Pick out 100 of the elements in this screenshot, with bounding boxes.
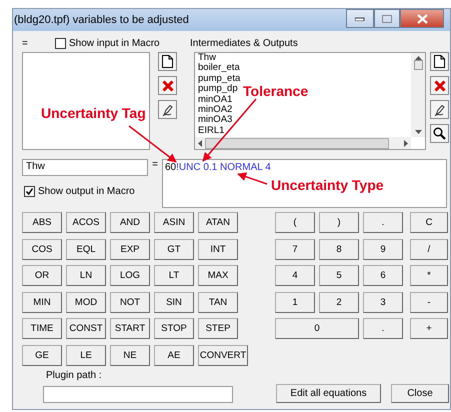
function-key[interactable]: LOG: [110, 265, 150, 286]
function-key[interactable]: COS: [22, 238, 62, 260]
delete-button[interactable]: [430, 76, 449, 95]
function-key[interactable]: STEP: [198, 318, 238, 339]
number-key[interactable]: -: [410, 292, 448, 312]
number-key[interactable]: .: [363, 318, 403, 339]
function-key[interactable]: MIN: [22, 292, 62, 312]
annotation-arrow: [128, 125, 177, 163]
number-key[interactable]: (: [275, 212, 315, 233]
checkbox[interactable]: [55, 38, 66, 49]
function-key[interactable]: CONVERT: [198, 344, 248, 366]
annotation-label: Uncertainty Tag: [41, 105, 146, 121]
scroll-thumb[interactable]: [205, 138, 389, 148]
annotation-label: Uncertainty Type: [271, 177, 384, 193]
edit-button[interactable]: [158, 100, 177, 119]
list-item[interactable]: pump_dp: [198, 84, 238, 95]
equals-sign: =: [151, 159, 159, 172]
number-key[interactable]: .: [363, 212, 403, 233]
edit-all-equations-button[interactable]: Edit all equations: [276, 384, 381, 402]
function-key[interactable]: STOP: [154, 318, 194, 339]
edit-button[interactable]: [430, 100, 449, 119]
function-key[interactable]: ABS: [22, 212, 62, 233]
checkbox[interactable]: [24, 186, 35, 197]
new-document-icon: [434, 55, 445, 68]
scroll-thumb[interactable]: [414, 60, 422, 70]
function-key[interactable]: GE: [22, 344, 62, 366]
variable-name-field[interactable]: Thw: [22, 159, 148, 176]
function-key[interactable]: MOD: [66, 292, 106, 312]
list-item[interactable]: EIRL1: [198, 126, 224, 136]
horizontal-scrollbar[interactable]: [195, 137, 411, 149]
function-key[interactable]: EQL: [66, 238, 106, 260]
number-key[interactable]: 3: [363, 292, 403, 312]
new-document-icon: [162, 55, 173, 68]
number-key[interactable]: 5: [319, 265, 359, 286]
search-button[interactable]: [430, 124, 449, 143]
function-key[interactable]: LN: [66, 265, 106, 286]
function-key[interactable]: TAN: [198, 292, 238, 312]
number-key[interactable]: *: [410, 265, 448, 286]
function-key[interactable]: NE: [110, 344, 150, 366]
list-item[interactable]: minOA2: [198, 105, 232, 116]
function-key[interactable]: AND: [110, 212, 150, 233]
new-button[interactable]: [158, 52, 177, 71]
annotation-arrow: [237, 172, 268, 185]
function-key[interactable]: NOT: [110, 292, 150, 312]
number-key[interactable]: 2: [319, 292, 359, 312]
scroll-right-icon[interactable]: [404, 140, 408, 146]
function-key[interactable]: CONST: [66, 318, 106, 339]
function-key[interactable]: GT: [154, 238, 194, 260]
vertical-scrollbar[interactable]: [411, 53, 425, 137]
delete-button[interactable]: [158, 76, 177, 95]
close-button[interactable]: Close: [391, 384, 449, 402]
pen-icon: [434, 104, 446, 116]
number-key[interactable]: 1: [275, 292, 315, 312]
function-key[interactable]: ACOS: [66, 212, 106, 233]
delete-icon: [162, 80, 174, 92]
function-key[interactable]: SIN: [154, 292, 194, 312]
function-key[interactable]: AE: [154, 344, 194, 366]
input-list[interactable]: [22, 52, 150, 150]
number-key[interactable]: 8: [319, 238, 359, 260]
list-item[interactable]: Thw: [198, 53, 216, 64]
list-item[interactable]: minOA1: [198, 94, 232, 106]
function-key[interactable]: EXP: [110, 238, 150, 260]
function-key[interactable]: TIME: [22, 318, 62, 339]
minimize-icon: [355, 16, 365, 20]
checkbox-label: Show input in Macro: [69, 38, 161, 49]
plugin-path-field[interactable]: [43, 386, 233, 402]
function-key[interactable]: INT: [198, 238, 238, 260]
number-key[interactable]: +: [410, 318, 448, 339]
number-key[interactable]: C: [410, 212, 448, 233]
delete-icon: [434, 80, 446, 92]
number-key[interactable]: /: [410, 238, 448, 260]
function-key[interactable]: ATAN: [198, 212, 238, 233]
scroll-down-icon[interactable]: [414, 130, 422, 134]
checkbox-label: Show output in Macro: [38, 186, 135, 197]
number-key[interactable]: 4: [275, 265, 315, 286]
scroll-left-icon[interactable]: [198, 140, 202, 146]
close-icon: [416, 14, 428, 24]
new-button[interactable]: [430, 52, 449, 71]
function-key[interactable]: START: [110, 318, 150, 339]
number-key[interactable]: 9: [363, 238, 403, 260]
function-key[interactable]: LE: [66, 344, 106, 366]
function-key[interactable]: ASIN: [154, 212, 194, 233]
number-key[interactable]: ): [319, 212, 359, 233]
close-button[interactable]: [400, 9, 444, 28]
function-key[interactable]: MAX: [198, 265, 238, 286]
function-key[interactable]: LT: [154, 265, 194, 286]
list-item[interactable]: pump_eta: [198, 74, 240, 84]
number-key[interactable]: 7: [275, 238, 315, 260]
plugin-path-label: Plugin path :: [46, 370, 103, 380]
section-label: Intermediates & Outputs: [190, 38, 298, 49]
equals-sign: =: [22, 38, 29, 49]
pen-icon: [162, 104, 174, 116]
annotation-label: Tolerance: [243, 83, 308, 99]
number-key[interactable]: 6: [363, 265, 403, 286]
list-item[interactable]: boiler_eta: [198, 63, 240, 74]
search-icon: [433, 127, 446, 140]
list-item[interactable]: minOA3: [198, 115, 232, 126]
function-key[interactable]: OR: [22, 265, 62, 286]
number-key[interactable]: 0: [275, 318, 359, 339]
minimize-button[interactable]: [346, 9, 374, 28]
